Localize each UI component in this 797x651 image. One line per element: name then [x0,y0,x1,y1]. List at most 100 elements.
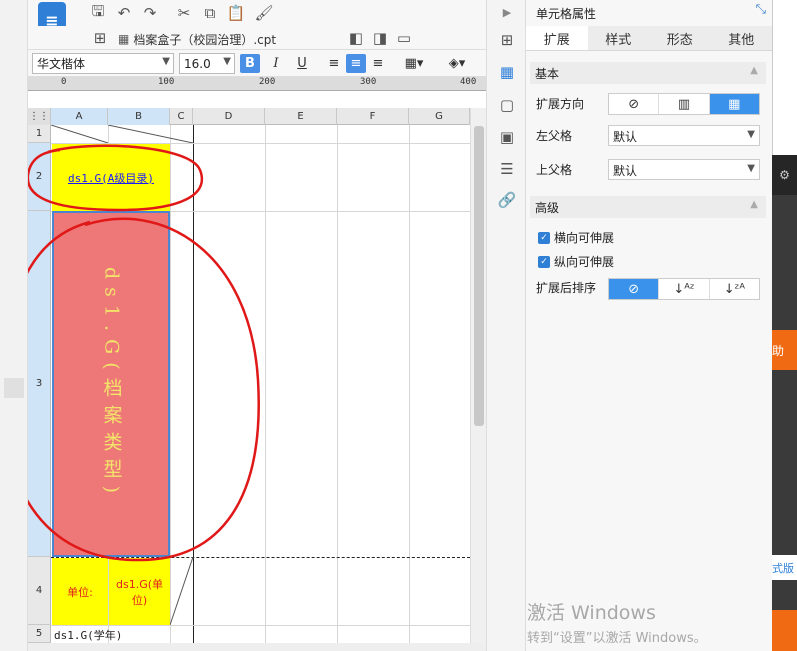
horizontal-expand-icon[interactable]: ▦ [709,94,759,114]
vertical-expandable-label: 纵向可伸展 [554,255,615,269]
tab-form[interactable]: 形态 [649,26,711,50]
cell-attributes-icon[interactable]: ▦ [497,62,517,82]
expand-direction-label: 扩展方向 [536,97,585,111]
chevron-down-icon: ▼ [747,129,755,140]
pane-right-icon[interactable]: ◨ [370,28,390,48]
column-header-a[interactable]: A [51,108,108,125]
column-header-f[interactable]: F [337,108,409,125]
align-right-icon[interactable]: ≡ [368,54,388,73]
top-parent-value: 默认 [613,164,638,178]
background-app-strip: ⚙ 助 式版 [772,0,797,651]
row-header-1[interactable]: 1 [28,125,51,143]
spreadsheet-grid[interactable]: 1 2 3 4 5 ds1.G(A级目录) ds1.G(档案类型) 单位: ds… [28,125,470,643]
pane-left-icon[interactable]: ◧ [346,28,366,48]
float-element-icon[interactable]: ▢ [497,95,517,115]
vertical-scroll-thumb[interactable] [474,126,484,426]
copy-icon[interactable]: ⧉ [200,3,220,23]
column-header-b[interactable]: B [108,108,170,125]
panel-title: 单元格属性 [536,7,597,21]
align-left-icon[interactable]: ≡ [324,54,344,73]
tab-style[interactable]: 样式 [588,26,650,50]
section-basic-label: 基本 [535,66,560,81]
background-app-text: 式版 [772,555,797,580]
row-header-2[interactable]: 2 [28,143,51,211]
tab-expand[interactable]: 扩展 [526,26,588,50]
horizontal-expandable-checkbox[interactable]: ✓ 横向可伸展 [538,229,614,246]
bold-button[interactable]: B [240,54,260,73]
cell-b4-text: ds1.G(单位) [115,577,164,607]
chevron-up-icon: ▲ [750,199,758,210]
row-header-4[interactable]: 4 [28,557,51,625]
cell-a4-text: 单位: [67,585,93,599]
media-player-icon[interactable] [772,610,797,651]
tab-other[interactable]: 其他 [711,26,773,50]
no-sort-icon[interactable]: ⊘ [609,279,660,299]
underline-button[interactable]: U [292,54,312,73]
font-size-value: 16.0 [184,56,211,71]
section-advanced-header[interactable]: 高级 ▲ [530,196,766,218]
watermark-line-2: 转到“设置”以激活 Windows。 [527,631,707,646]
gear-icon[interactable]: ⚙ [772,155,797,195]
sort-ascending-icon[interactable]: ↓ᴬᶻ [659,279,710,299]
chevron-up-icon: ▲ [750,65,758,76]
left-parent-label: 左父格 [536,129,573,143]
column-header-e[interactable]: E [265,108,337,125]
checkbox-checked-icon: ✓ [538,231,550,244]
format-painter-icon[interactable]: 🖌 [254,3,274,23]
row-header-5[interactable]: 5 [28,625,51,643]
font-size-select[interactable]: 16.0 ▼ [179,53,235,74]
hyperlink-icon[interactable]: 🔗 [497,190,517,210]
row-header-3[interactable]: 3 [28,211,51,557]
cell-element-icon[interactable]: ⊞ [497,30,517,50]
section-basic-header[interactable]: 基本 ▲ [530,62,766,84]
column-header-c[interactable]: C [170,108,193,125]
cell-a4[interactable]: 单位: [52,558,108,625]
italic-button[interactable]: I [266,54,286,73]
horizontal-scrollbar[interactable] [28,643,486,651]
cell-a5[interactable]: ds1.G(学年) [52,626,170,643]
redo-icon[interactable]: ↷ [140,3,160,23]
vertical-expandable-checkbox[interactable]: ✓ 纵向可伸展 [538,253,614,270]
top-parent-select[interactable]: 默认 ▼ [608,159,760,180]
font-family-select[interactable]: 华文楷体 ▼ [32,53,174,74]
background-app-top [772,0,797,155]
grid-line [265,125,266,643]
select-all-corner[interactable]: ⋮⋮ [28,108,51,125]
align-center-icon[interactable]: ≡ [346,54,366,73]
no-expand-icon[interactable]: ⊘ [609,94,660,114]
expand-direction-segmented: ⊘ ▥ ▦ [608,93,760,115]
horizontal-expandable-label: 横向可伸展 [554,231,615,245]
widget-settings-icon[interactable]: ▣ [497,127,517,147]
grid-line [337,125,338,643]
save-icon[interactable]: 🖫 [88,2,108,23]
left-parent-select[interactable]: 默认 ▼ [608,125,760,146]
pin-icon[interactable]: ⤡ [756,2,766,17]
cell-a3-text: ds1.G(档案类型) [100,266,123,502]
document-tab-bar: ⊞ ▦ 档案盒子（校园治理）.cpt ◧ ◨ ▭ [28,26,486,50]
top-parent-label: 上父格 [536,163,573,177]
vertical-scrollbar[interactable] [470,108,486,643]
background-app-badge[interactable]: 助 [772,330,797,370]
cell-a2[interactable]: ds1.G(A级目录) [52,144,170,211]
ruler-label: 400 [460,77,477,87]
chevron-down-icon: ▼ [747,163,755,174]
fill-color-icon[interactable]: ◈▾ [442,54,472,73]
format-bar: 华文楷体 ▼ 16.0 ▼ B I U ≡ ≡ ≡ ▦▾ ◈▾ [28,50,486,77]
undo-icon[interactable]: ↶ [114,3,134,23]
column-header-d[interactable]: D [193,108,265,125]
cell-b4[interactable]: ds1.G(单位) [109,558,170,625]
border-icon[interactable]: ▦▾ [400,54,428,73]
cell-a3-selected[interactable]: ds1.G(档案类型) [52,211,170,557]
cut-icon[interactable]: ✂ [174,3,194,23]
condition-attributes-icon[interactable]: ☰ [497,159,517,179]
column-header-g[interactable]: G [409,108,470,125]
font-family-value: 华文楷体 [37,57,86,71]
sort-descending-icon[interactable]: ↓ᶻᴬ [710,279,759,299]
left-parent-value: 默认 [613,130,638,144]
grid-view-icon[interactable]: ⊞ [90,28,110,48]
collapse-panel-icon[interactable]: ▶ [497,2,517,22]
vertical-expand-icon[interactable]: ▥ [659,94,710,114]
paste-icon[interactable]: 📋 [226,3,246,23]
window-icon[interactable]: ▭ [394,28,414,48]
document-tab[interactable]: ▦ 档案盒子（校园治理）.cpt [112,28,282,50]
